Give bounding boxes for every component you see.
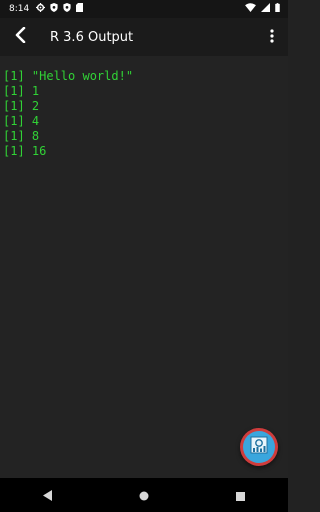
console-line: [1] 16 (3, 144, 47, 158)
status-bar: 8:14 (0, 0, 288, 18)
app-toolbar: R 3.6 Output (0, 18, 288, 56)
nav-recents-button[interactable] (220, 478, 260, 512)
system-nav-bar (0, 478, 288, 512)
signal-icon (261, 3, 270, 15)
status-time: 8:14 (9, 4, 30, 14)
more-vert-icon (270, 28, 274, 47)
fab-inner (243, 431, 275, 463)
console-output[interactable]: [1] "Hello world!" [1] 1 [1] 2 [1] 4 [1]… (0, 56, 288, 478)
status-icons-right (245, 0, 280, 18)
sd-card-icon (76, 3, 84, 15)
console-line: [1] "Hello world!" (3, 69, 134, 83)
chevron-left-icon (14, 26, 26, 47)
chart-icon (250, 436, 268, 458)
console-line: [1] 2 (3, 99, 40, 113)
nav-home-button[interactable] (124, 478, 164, 512)
console-line: [1] 1 (3, 84, 40, 98)
recents-square-icon (235, 486, 245, 505)
shield-icon (63, 3, 71, 15)
battery-icon (275, 3, 280, 15)
overflow-menu-button[interactable] (262, 18, 282, 56)
settings-icon (36, 3, 46, 15)
nav-back-button[interactable] (28, 478, 68, 512)
back-triangle-icon (43, 486, 53, 505)
plot-fab-button[interactable] (240, 428, 278, 466)
home-circle-icon (139, 486, 149, 505)
console-line: [1] 8 (3, 129, 40, 143)
page-title: R 3.6 Output (50, 29, 134, 45)
shield-icon (50, 3, 58, 15)
back-button[interactable] (0, 18, 40, 56)
status-icons-left (36, 3, 84, 15)
console-line: [1] 4 (3, 114, 40, 128)
wifi-icon (245, 3, 256, 15)
